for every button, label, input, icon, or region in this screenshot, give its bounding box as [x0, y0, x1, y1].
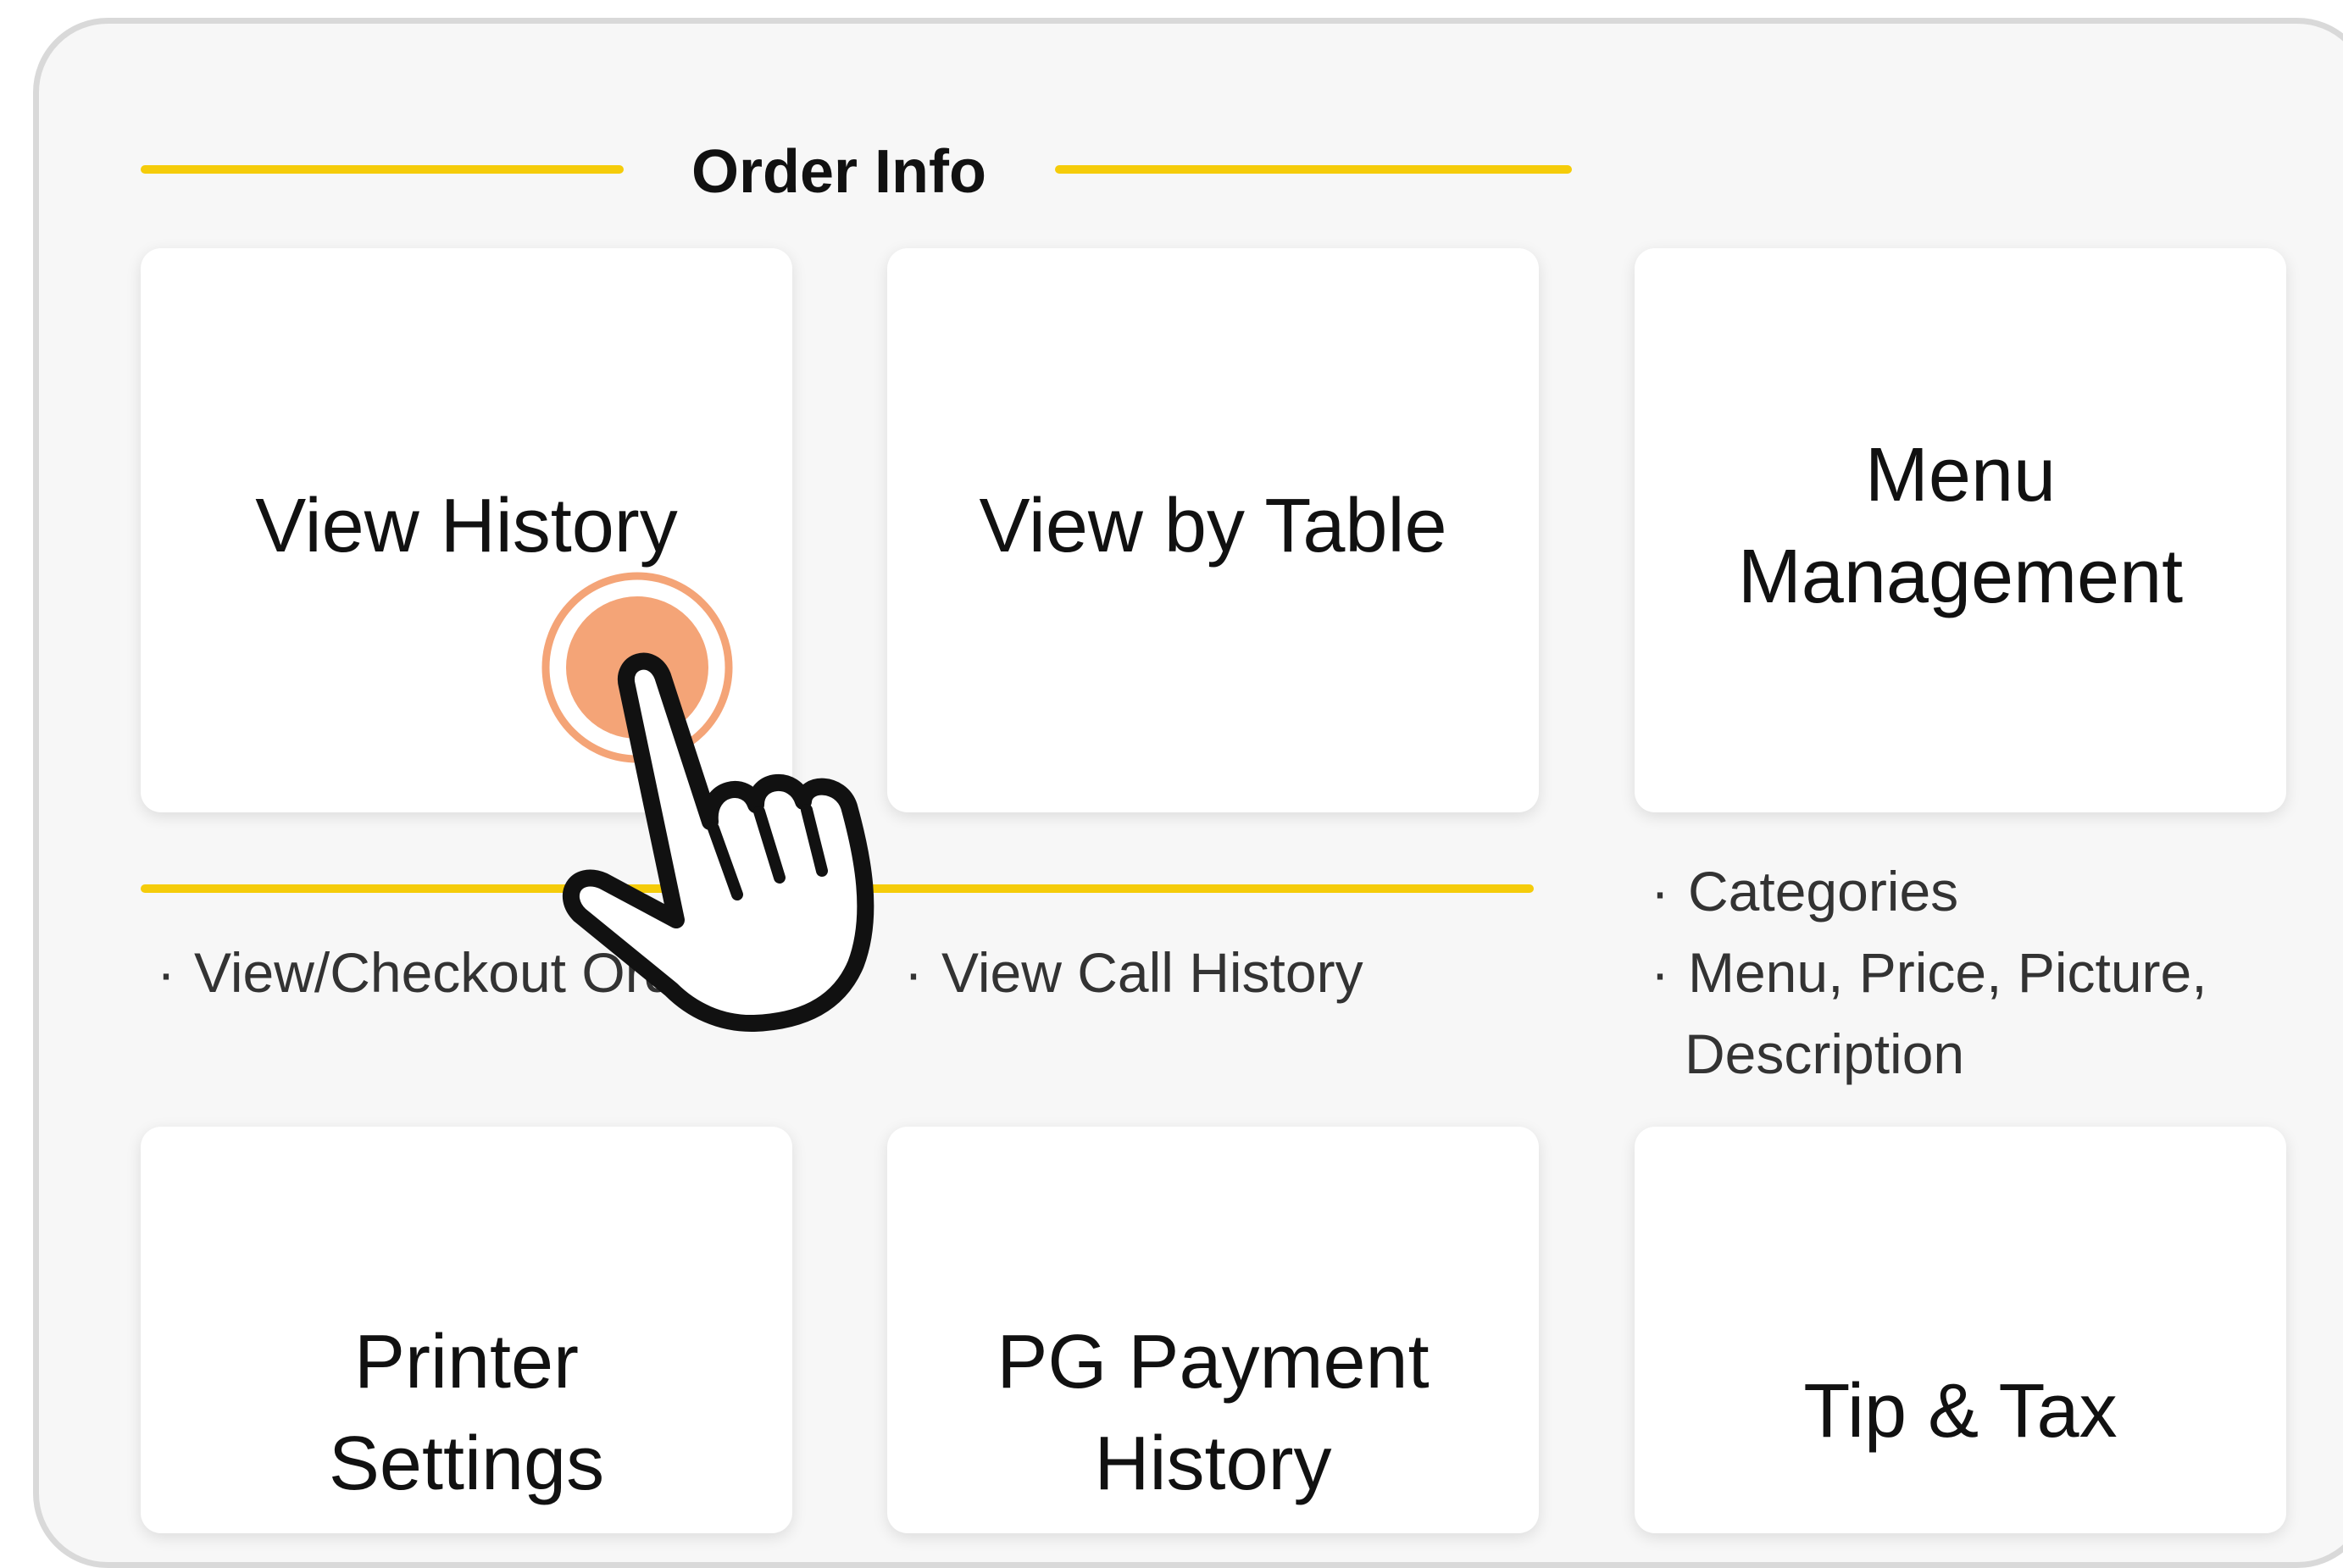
menu-management-description: · Categories · Menu, Price, Picture, Descr… [1651, 850, 2207, 1094]
description-item: · View Call History [904, 941, 1363, 1004]
title-divider-right [1055, 165, 1572, 174]
menu-management-label: Menu Management [1737, 433, 2184, 619]
tap-hand-icon [541, 572, 874, 1033]
pg-payment-history-card[interactable]: PG Payment History [887, 1127, 1539, 1533]
pg-payment-history-label: PG Payment History [997, 1320, 1430, 1506]
section-title: Order Info [691, 138, 986, 206]
title-divider-left [141, 165, 624, 174]
description-item: · Menu, Price, Picture, [1651, 941, 2207, 1004]
view-by-table-label: View by Table [979, 484, 1447, 568]
tip-tax-card[interactable]: Tip & Tax [1635, 1127, 2286, 1533]
printer-settings-card[interactable]: Printer Settings [141, 1127, 792, 1533]
description-item: · Categories [1651, 860, 1959, 923]
menu-management-card[interactable]: Menu Management [1635, 248, 2286, 812]
printer-settings-label: Printer Settings [328, 1320, 605, 1506]
view-by-table-description: · View Call History [904, 932, 1363, 1013]
tip-tax-label: Tip & Tax [1803, 1369, 2118, 1454]
view-by-table-card[interactable]: View by Table [887, 248, 1539, 812]
description-item-continued: Description [1685, 1022, 1965, 1085]
